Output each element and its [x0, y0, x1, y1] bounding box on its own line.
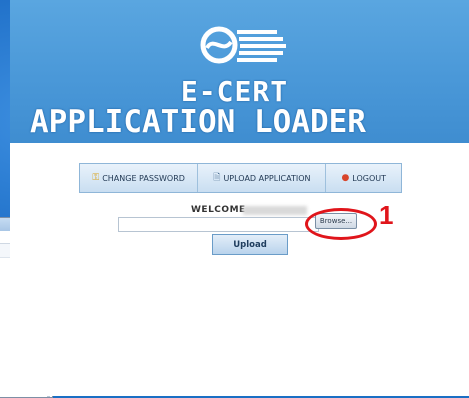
document-icon: 🗎 — [213, 173, 221, 183]
nav-bar: ⚿ CHANGE PASSWORD 🗎 UPLOAD APPLICATION ●… — [79, 163, 402, 193]
callout-number: 1 — [379, 200, 394, 230]
upload-application-button[interactable]: 🗎 UPLOAD APPLICATION — [198, 164, 327, 192]
nav-item-label: CHANGE PASSWORD — [102, 173, 185, 183]
welcome-username-redacted — [243, 206, 307, 215]
logout-button[interactable]: ● LOGOUT — [326, 164, 401, 192]
change-password-button[interactable]: ⚿ CHANGE PASSWORD — [80, 164, 199, 192]
ecert-logo-icon — [200, 26, 286, 64]
highlight-ellipse — [305, 208, 377, 240]
upload-button[interactable]: Upload — [212, 234, 288, 255]
logout-icon: ● — [341, 173, 350, 183]
file-path-input[interactable] — [118, 217, 319, 232]
key-icon: ⚿ — [92, 173, 100, 183]
welcome-label: WELCOME — [191, 205, 246, 215]
nav-item-label: UPLOAD APPLICATION — [223, 173, 311, 183]
nav-item-label: LOGOUT — [352, 173, 387, 183]
app-title-line2: APPLICATION LOADER — [30, 104, 366, 140]
